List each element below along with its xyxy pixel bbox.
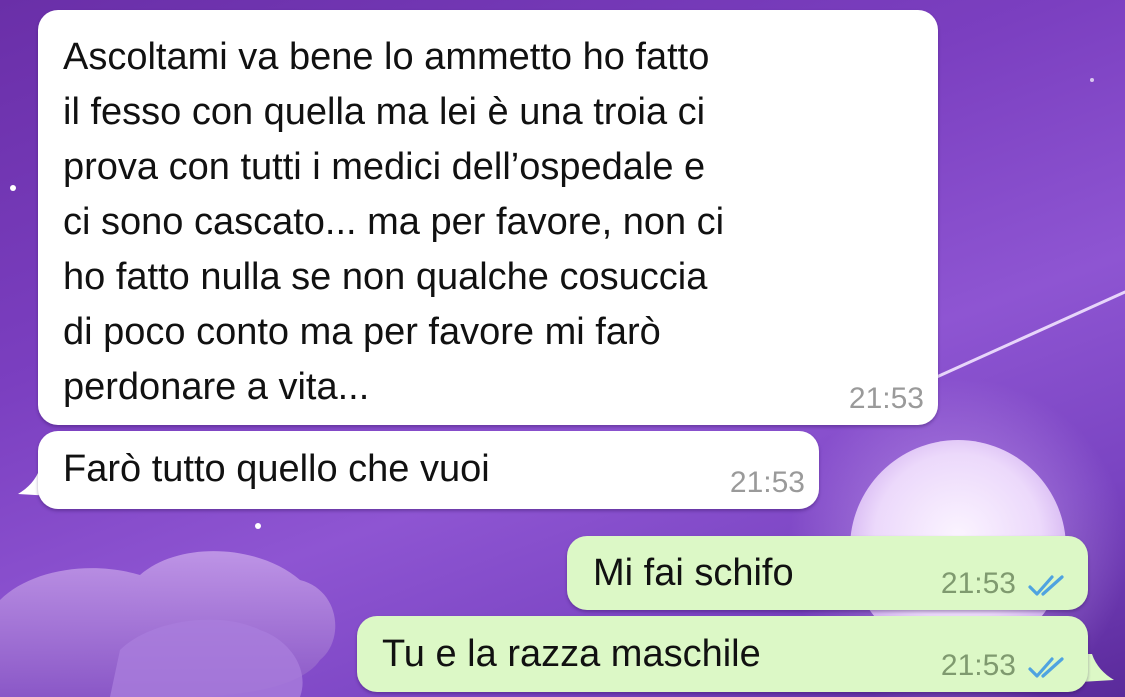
message-text: Tu e la razza maschile	[382, 633, 761, 675]
star	[1090, 78, 1094, 82]
message-time: 21:53	[848, 382, 924, 415]
message-text: Ascoltami va bene lo ammetto ho fatto il…	[63, 36, 725, 408]
incoming-message-bubble[interactable]: Ascoltami va bene lo ammetto ho fatto il…	[38, 10, 938, 425]
message-text: Mi fai schifo	[593, 552, 794, 594]
double-check-read-icon	[1028, 657, 1064, 678]
outgoing-message-bubble[interactable]: Tu e la razza maschile 21:53	[357, 616, 1088, 692]
shooting-star	[928, 290, 1125, 382]
star	[255, 523, 261, 529]
incoming-message-bubble[interactable]: Farò tutto quello che vuoi 21:53	[38, 431, 819, 509]
message-text: Farò tutto quello che vuoi	[63, 448, 490, 490]
double-check-read-icon	[1028, 575, 1064, 596]
star	[10, 185, 16, 191]
message-time: 21:53	[940, 649, 1016, 682]
message-time: 21:53	[940, 567, 1016, 600]
message-time: 21:53	[729, 466, 805, 499]
outgoing-message-bubble[interactable]: Mi fai schifo 21:53	[567, 536, 1088, 610]
